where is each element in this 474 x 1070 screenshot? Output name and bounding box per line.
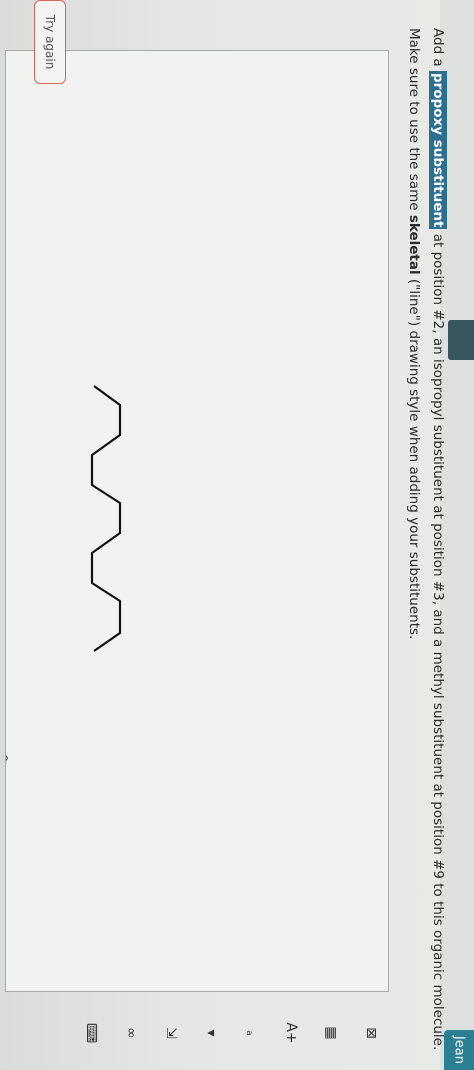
highlighted-term: propoxy substituent <box>429 71 447 230</box>
instruction-rest: at position #2, an isopropyl substituent… <box>430 229 446 1051</box>
instruction-prefix: Add a <box>430 28 446 67</box>
link-icon[interactable]: ∞ <box>118 1020 144 1046</box>
skeletal-term: skeletal <box>406 214 422 275</box>
grid-icon[interactable]: ▦ <box>318 1020 344 1046</box>
pencil-cursor-icon <box>6 747 8 764</box>
instruction-2-prefix: Make sure to use the same <box>406 28 422 215</box>
close-x-icon[interactable]: ⊠ <box>358 1020 384 1046</box>
instruction-2-rest: ("line") drawing style when adding your … <box>406 274 422 640</box>
atom-label-icon[interactable]: A+ <box>278 1020 304 1046</box>
carbon-chain[interactable] <box>90 385 122 652</box>
drawing-canvas[interactable] <box>5 50 389 992</box>
instruction-line-2: Make sure to use the same skeletal ("lin… <box>406 28 422 639</box>
element-table-icon[interactable]: ₐ <box>238 1020 264 1046</box>
dropdown-arrow-icon[interactable]: ▾ <box>198 1020 224 1046</box>
instruction-line-1: Add a propoxy substituent at position #2… <box>429 28 447 1051</box>
try-again-button[interactable]: Try again <box>34 0 66 84</box>
keyboard-icon[interactable]: ⌨ <box>78 1020 104 1046</box>
question-panel: Add a propoxy substituent at position #2… <box>0 0 474 1070</box>
molecule-drawing <box>6 385 122 764</box>
drawing-toolbar: ⊠ ▦ A+ ₐ ▾ ⇲ ∞ ⌨ <box>4 1000 384 1070</box>
expand-icon[interactable]: ⇲ <box>158 1020 184 1046</box>
